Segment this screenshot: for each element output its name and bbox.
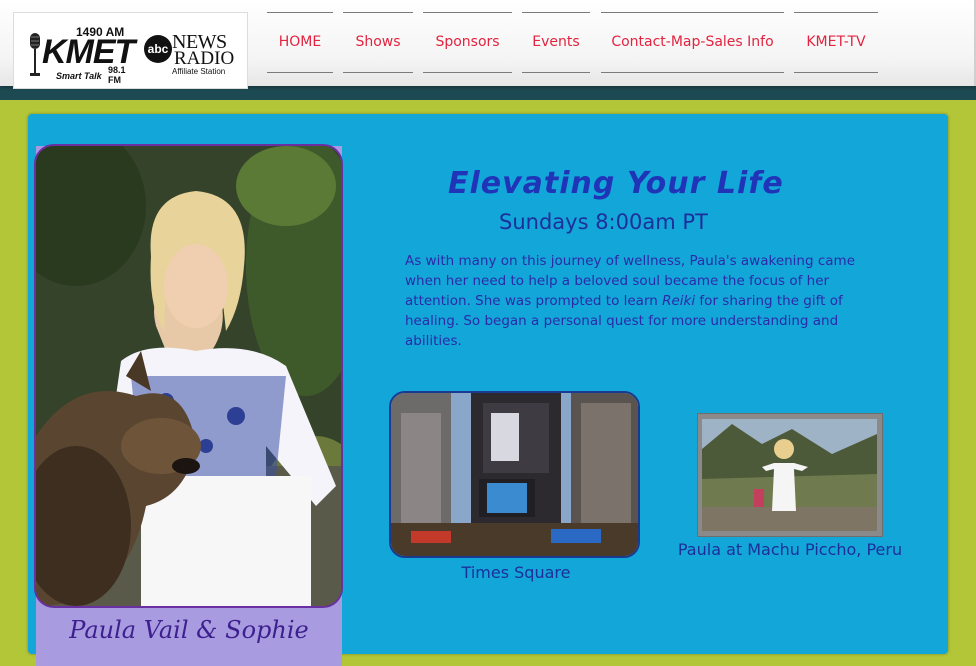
times-square-caption: Times Square xyxy=(461,563,571,582)
nav-shows[interactable]: Shows xyxy=(343,12,413,73)
kmet-tagline: Smart Talk xyxy=(56,71,102,81)
abc-radio-label: RADIO xyxy=(174,48,235,69)
bio-reiki: Reiki xyxy=(662,293,696,309)
show-description: As with many on this journey of wellness… xyxy=(405,251,875,351)
nav-kmet-tv[interactable]: KMET-TV xyxy=(794,12,878,73)
machu-picchu-frame xyxy=(702,419,877,531)
abc-affiliate-label: Affiliate Station xyxy=(172,67,226,76)
abc-news-radio-logo: abc NEWS RADIO Affiliate Station xyxy=(144,32,240,76)
host-photo-image xyxy=(36,146,341,606)
host-caption: Paula Vail & Sophie xyxy=(69,616,309,644)
nav-sponsors[interactable]: Sponsors xyxy=(423,12,512,73)
show-title: Elevating Your Life xyxy=(448,166,784,201)
machu-picchu-image xyxy=(702,419,877,531)
header-bar: 1490 AM KMET Smart Talk 98.1 FM abc NEWS… xyxy=(0,0,976,89)
times-square-photo[interactable] xyxy=(389,391,640,558)
kmet-fm-label: 98.1 FM xyxy=(108,65,126,85)
machu-picchu-photo[interactable] xyxy=(697,413,883,537)
microphone-icon xyxy=(30,33,40,76)
host-photo xyxy=(34,144,343,608)
nav-contact-map-sales[interactable]: Contact-Map-Sales Info xyxy=(601,12,784,73)
show-schedule: Sundays 8:00am PT xyxy=(499,210,708,234)
kmet-name: KMET xyxy=(42,33,135,71)
abc-mark: abc xyxy=(144,35,172,63)
times-square-image xyxy=(391,393,638,556)
kmet-logo: 1490 AM KMET Smart Talk 98.1 FM xyxy=(20,19,136,85)
nav-events[interactable]: Events xyxy=(522,12,590,73)
machu-picchu-caption: Paula at Machu Piccho, Peru xyxy=(677,540,903,559)
station-logo[interactable]: 1490 AM KMET Smart Talk 98.1 FM abc NEWS… xyxy=(13,12,248,89)
nav-home[interactable]: HOME xyxy=(267,12,333,73)
